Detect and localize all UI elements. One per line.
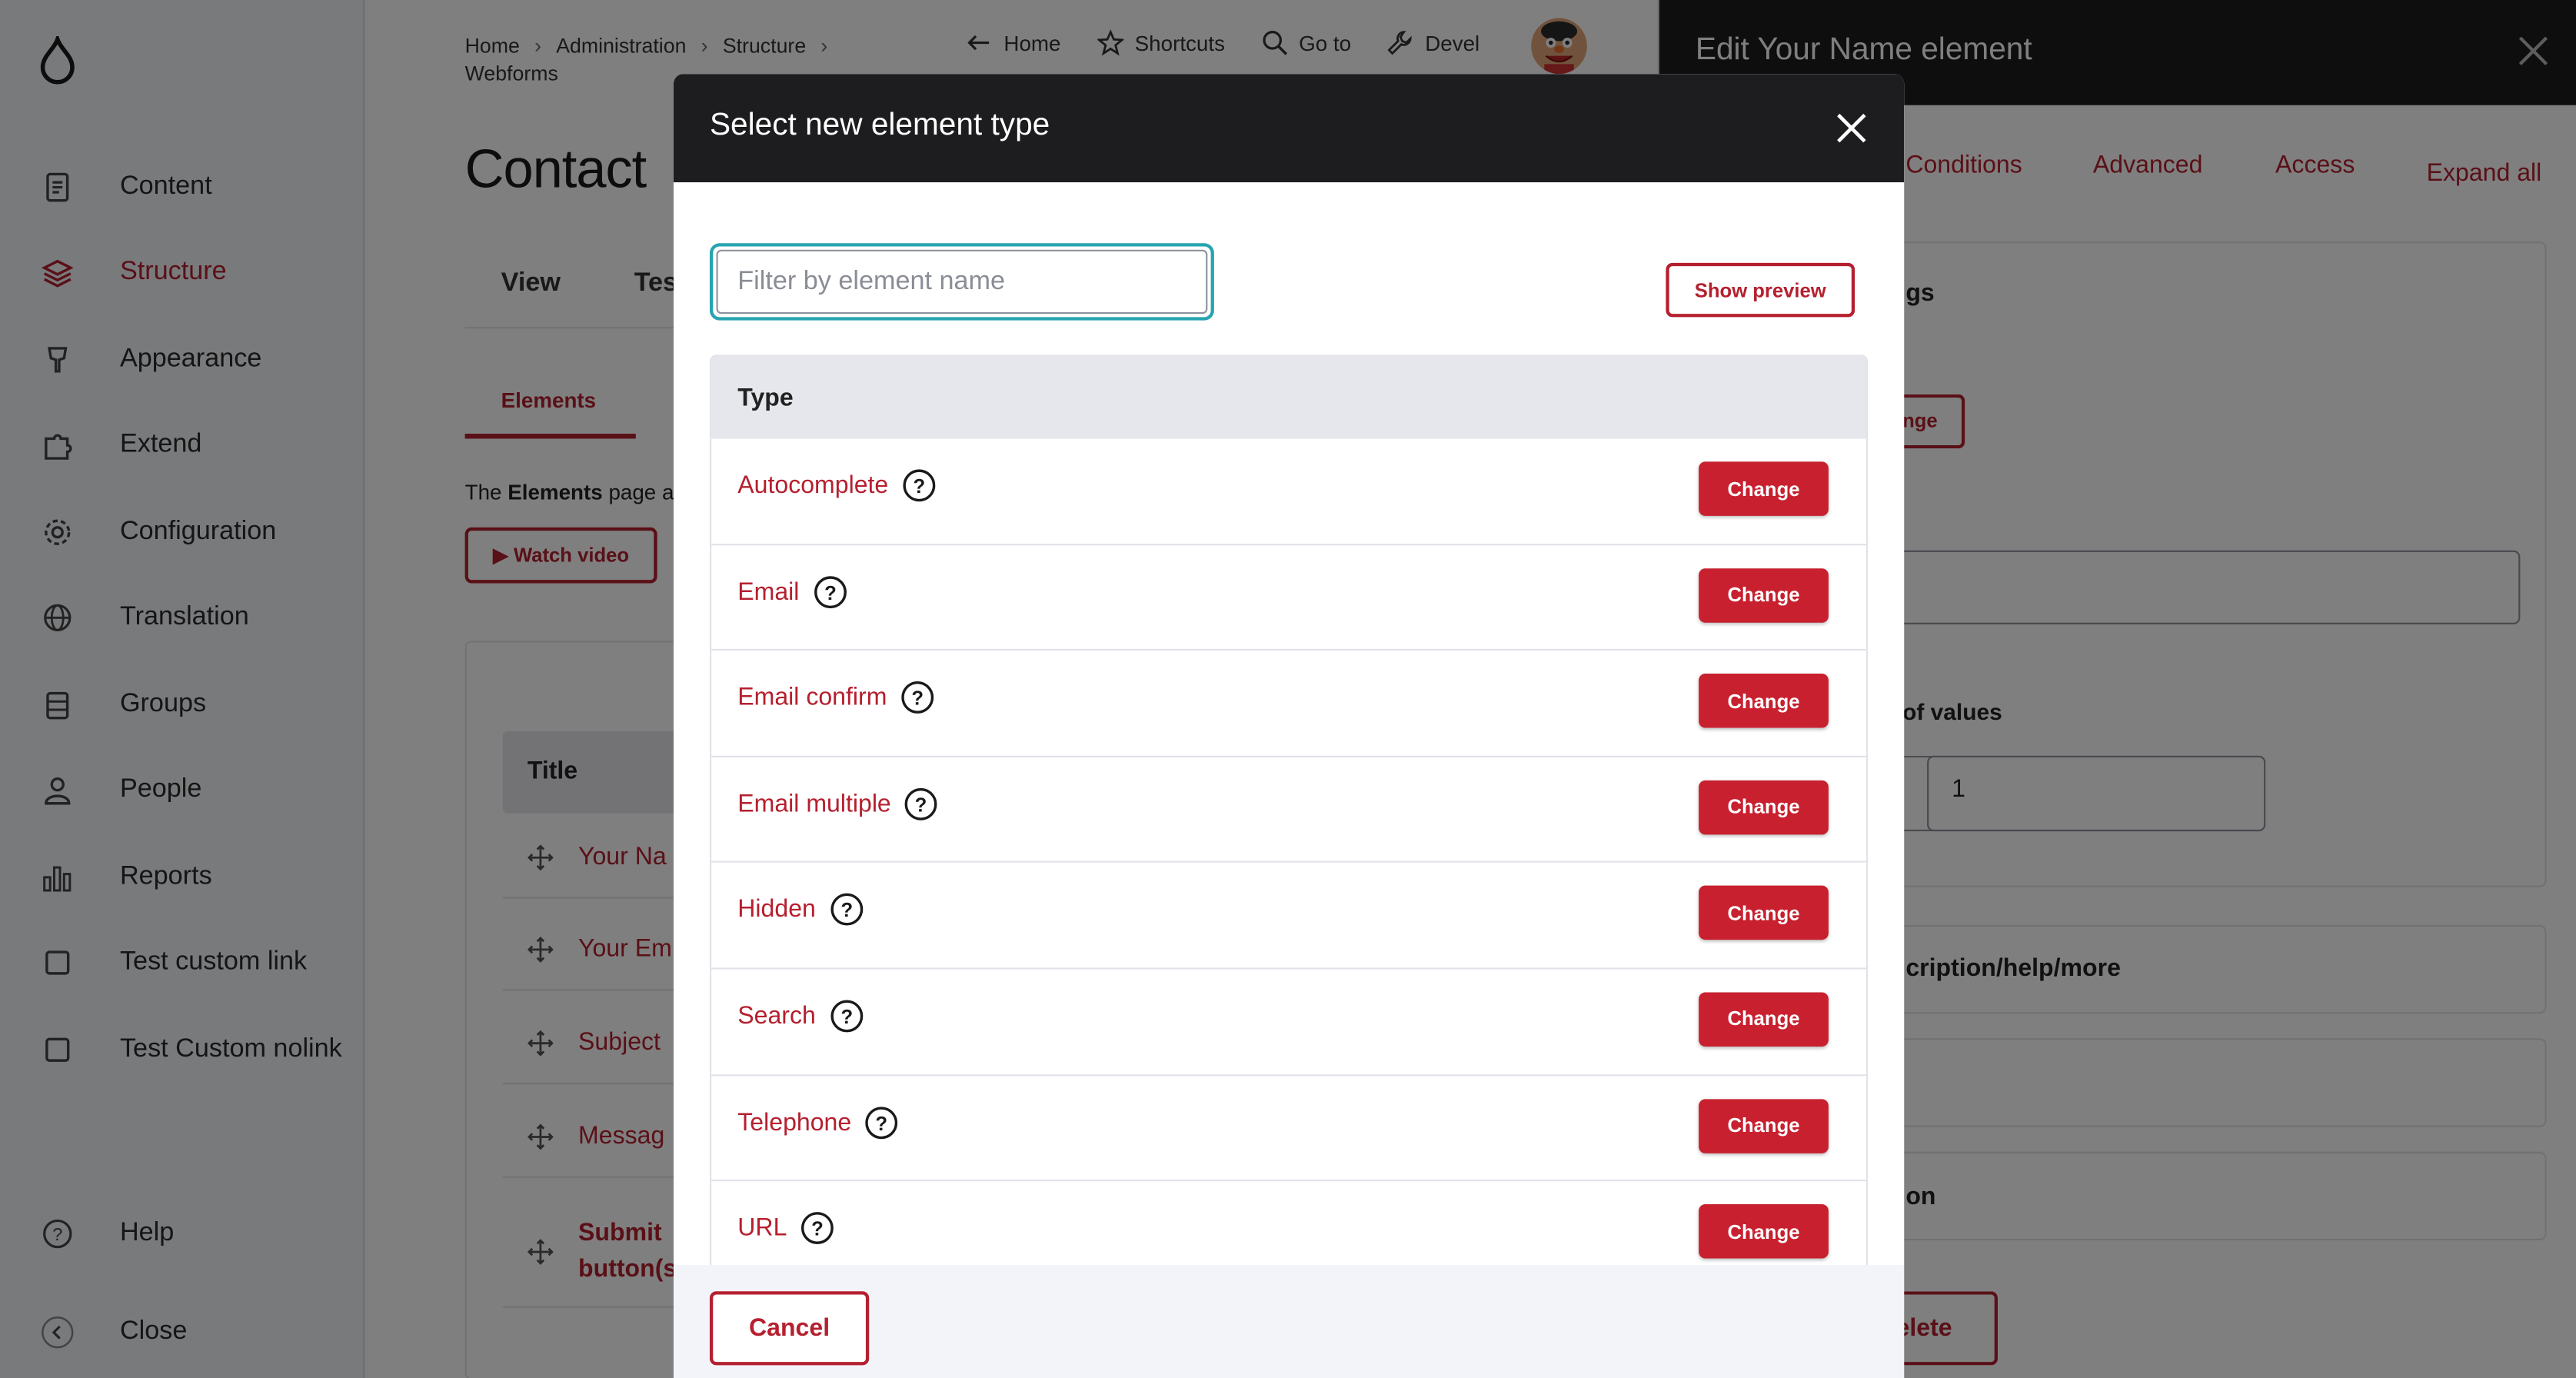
table-row: URL ? Change	[711, 1181, 1866, 1273]
element-type-link[interactable]: Search	[737, 1002, 816, 1030]
select-element-dialog: Select new element type Show preview Typ…	[673, 74, 1905, 1378]
cancel-button[interactable]: Cancel	[709, 1291, 870, 1366]
help-icon[interactable]: ?	[800, 1211, 835, 1246]
help-icon[interactable]: ?	[900, 681, 935, 715]
svg-text:?: ?	[824, 582, 836, 604]
change-button[interactable]: Change	[1699, 674, 1829, 728]
element-type-link[interactable]: Email	[737, 577, 799, 605]
svg-text:?: ?	[915, 794, 927, 816]
change-button[interactable]: Change	[1699, 568, 1829, 622]
svg-text:?: ?	[911, 688, 924, 710]
change-button[interactable]: Change	[1699, 461, 1829, 516]
table-row: Search ? Change	[711, 969, 1867, 1076]
help-icon[interactable]: ?	[813, 574, 847, 609]
svg-text:?: ?	[913, 476, 925, 498]
table-row: Autocomplete ? Change	[711, 438, 1867, 545]
dialog-title: Select new element type	[709, 108, 1050, 143]
change-button[interactable]: Change	[1699, 1098, 1829, 1153]
svg-text:?: ?	[840, 900, 853, 922]
change-button[interactable]: Change	[1699, 780, 1829, 834]
filter-input[interactable]	[716, 249, 1208, 315]
dialog-body: Show preview Type Autocomplete ? Change …	[673, 182, 1905, 1275]
change-button[interactable]: Change	[1699, 1204, 1829, 1259]
help-icon[interactable]: ?	[864, 1105, 899, 1140]
element-type-link[interactable]: Autocomplete	[737, 471, 888, 499]
dialog-footer: Cancel	[673, 1265, 1905, 1378]
table-row: Email ? Change	[711, 544, 1867, 651]
help-icon[interactable]: ?	[901, 468, 936, 503]
element-type-link[interactable]: URL	[737, 1214, 787, 1242]
table-row: Telephone ? Change	[711, 1075, 1867, 1182]
table-row: Email multiple ? Change	[711, 757, 1867, 864]
close-icon[interactable]	[1833, 110, 1869, 146]
type-column-header: Type	[711, 356, 1867, 439]
svg-text:?: ?	[840, 1007, 853, 1028]
show-preview-button[interactable]: Show preview	[1666, 262, 1855, 318]
filter-focus-ring	[709, 243, 1214, 321]
help-icon[interactable]: ?	[829, 999, 864, 1034]
table-row: Email confirm ? Change	[711, 651, 1867, 757]
element-type-link[interactable]: Telephone	[737, 1108, 851, 1136]
table-row: Hidden ? Change	[711, 863, 1867, 970]
svg-text:?: ?	[811, 1219, 824, 1240]
element-type-table: Type Autocomplete ? Change Email ? Chang…	[709, 354, 1869, 1275]
dialog-header: Select new element type	[673, 74, 1905, 183]
help-icon[interactable]: ?	[904, 787, 939, 821]
change-button[interactable]: Change	[1699, 886, 1829, 940]
svg-text:?: ?	[876, 1113, 888, 1134]
element-type-link[interactable]: Email confirm	[737, 684, 887, 711]
help-icon[interactable]: ?	[829, 893, 864, 927]
element-type-link[interactable]: Hidden	[737, 896, 816, 924]
element-type-link[interactable]: Email multiple	[737, 790, 890, 817]
change-button[interactable]: Change	[1699, 992, 1829, 1047]
